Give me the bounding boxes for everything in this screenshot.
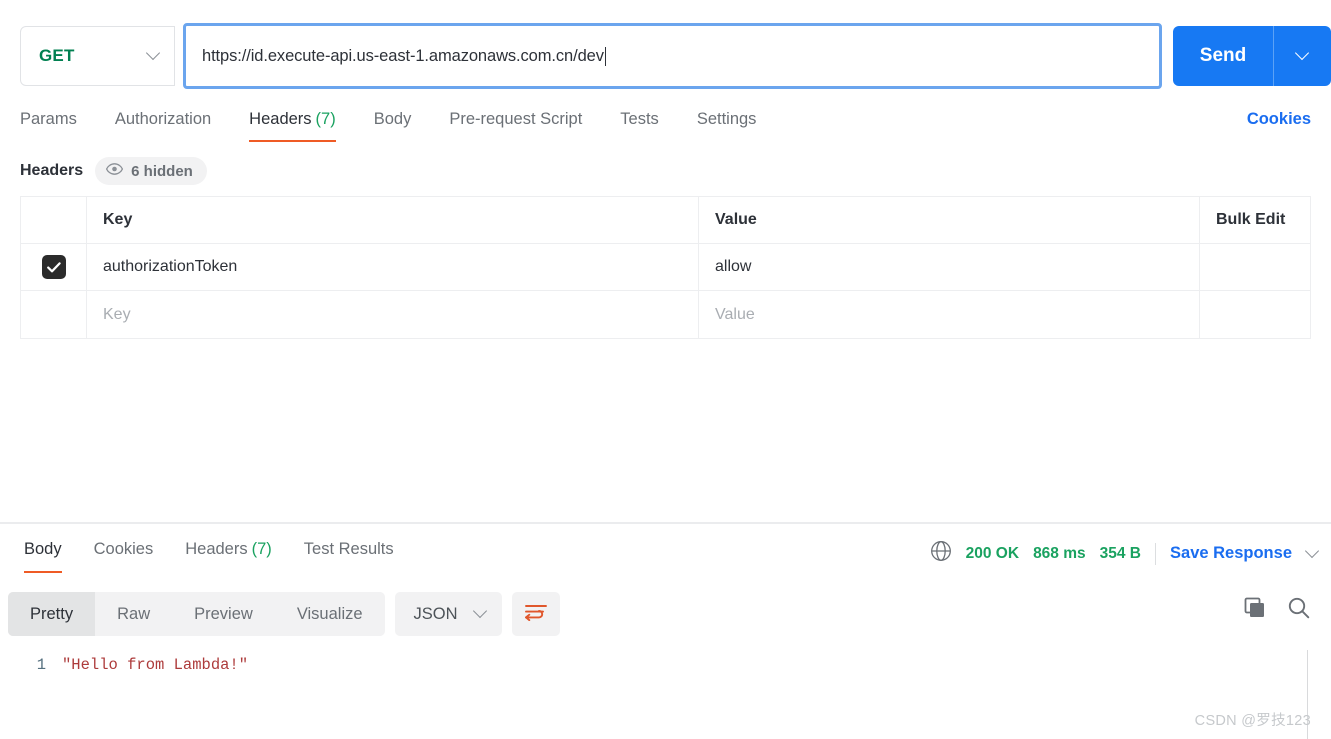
url-input[interactable]: https://id.execute-api.us-east-1.amazona… bbox=[183, 23, 1162, 89]
empty-row-checkbox-cell bbox=[21, 291, 87, 338]
table-header-row: Key Value Bulk Edit bbox=[21, 197, 1310, 244]
view-mode-preview[interactable]: Preview bbox=[172, 592, 275, 636]
text-cursor bbox=[604, 46, 607, 66]
tab-label: Headers bbox=[249, 110, 312, 128]
tab-headers[interactable]: Headers (7) bbox=[230, 104, 355, 142]
row-value-value: allow bbox=[715, 258, 752, 275]
tab-label: Test Results bbox=[303, 540, 394, 558]
send-button-group: Send bbox=[1173, 26, 1331, 86]
request-tab-strip: Params Authorization Headers (7) Body Pre… bbox=[20, 104, 775, 142]
response-tabs: Body Cookies Headers (7) Test Results 200… bbox=[0, 534, 1331, 578]
response-body-toolbar: Pretty Raw Preview Visualize JSON bbox=[8, 592, 560, 636]
tab-label: Authorization bbox=[114, 110, 212, 128]
response-tab-body[interactable]: Body bbox=[8, 534, 78, 573]
tab-count: (7) bbox=[315, 110, 336, 128]
empty-row-value-input[interactable]: Value bbox=[699, 291, 1200, 338]
search-icon[interactable] bbox=[1287, 596, 1311, 625]
eye-icon bbox=[106, 162, 124, 180]
headers-title: Headers bbox=[20, 162, 84, 179]
empty-row-bulk-cell bbox=[1200, 291, 1310, 338]
response-tab-test-results[interactable]: Test Results bbox=[288, 534, 410, 573]
send-options-button[interactable] bbox=[1274, 26, 1331, 86]
url-input-value: https://id.execute-api.us-east-1.amazona… bbox=[202, 46, 604, 65]
response-status: 200 OK bbox=[965, 544, 1020, 562]
table-row-empty: Key Value bbox=[21, 291, 1310, 338]
watermark: CSDN @罗技123 bbox=[1194, 713, 1311, 729]
tab-params[interactable]: Params bbox=[20, 104, 96, 142]
chevron-down-icon bbox=[1296, 47, 1309, 65]
tab-label: Tests bbox=[620, 110, 659, 128]
view-mode-raw[interactable]: Raw bbox=[95, 592, 172, 636]
globe-icon bbox=[930, 540, 952, 567]
response-tab-strip: Body Cookies Headers (7) Test Results bbox=[8, 534, 410, 573]
response-tab-headers[interactable]: Headers (7) bbox=[169, 534, 288, 573]
tab-label: Body bbox=[24, 540, 62, 558]
tab-label: Headers bbox=[185, 540, 248, 558]
line-number: 1 bbox=[36, 656, 46, 674]
code-line-text: "Hello from Lambda!" bbox=[62, 656, 249, 674]
view-mode-segmented-control: Pretty Raw Preview Visualize bbox=[8, 592, 385, 636]
response-tab-cookies[interactable]: Cookies bbox=[78, 534, 170, 573]
tab-authorization[interactable]: Authorization bbox=[96, 104, 230, 142]
chevron-down-icon[interactable] bbox=[1306, 545, 1319, 563]
meta-divider bbox=[1155, 542, 1157, 565]
postman-request-response-view: GET https://id.execute-api.us-east-1.ama… bbox=[0, 0, 1331, 739]
column-label-value: Value bbox=[715, 211, 757, 228]
header-cell-value: Value bbox=[699, 197, 1200, 243]
http-method-label: GET bbox=[39, 46, 75, 65]
tab-label: Params bbox=[20, 110, 77, 128]
tab-settings[interactable]: Settings bbox=[678, 104, 776, 142]
response-format-selector[interactable]: JSON bbox=[394, 592, 502, 636]
tab-label: Body bbox=[373, 110, 412, 128]
row-value-input[interactable]: allow bbox=[699, 244, 1200, 290]
save-response-button[interactable]: Save Response bbox=[1170, 544, 1292, 563]
empty-row-value-placeholder: Value bbox=[715, 305, 755, 323]
view-mode-visualize[interactable]: Visualize bbox=[275, 592, 385, 636]
chevron-down-icon bbox=[474, 605, 487, 623]
response-time: 868 ms bbox=[1033, 544, 1086, 562]
code-line: 1 "Hello from Lambda!" bbox=[0, 648, 1331, 674]
bulk-edit-button[interactable]: Bulk Edit bbox=[1200, 197, 1310, 243]
response-actions bbox=[1243, 596, 1311, 625]
pane-divider[interactable] bbox=[0, 522, 1331, 524]
tab-count: (7) bbox=[251, 540, 272, 558]
table-row: authorizationToken allow bbox=[21, 244, 1310, 291]
url-bar: GET https://id.execute-api.us-east-1.ama… bbox=[0, 0, 1331, 104]
tab-label: Settings bbox=[696, 110, 757, 128]
word-wrap-toggle[interactable] bbox=[511, 592, 560, 636]
row-checkbox-cell bbox=[21, 244, 87, 290]
send-button[interactable]: Send bbox=[1173, 26, 1273, 86]
response-body-code[interactable]: 1 "Hello from Lambda!" bbox=[0, 648, 1331, 739]
response-size: 354 B bbox=[1099, 544, 1142, 562]
tab-body[interactable]: Body bbox=[355, 104, 431, 142]
word-wrap-icon bbox=[524, 603, 547, 626]
response-format-label: JSON bbox=[413, 604, 458, 623]
http-method-selector[interactable]: GET bbox=[20, 26, 175, 86]
row-key-input[interactable]: authorizationToken bbox=[87, 244, 699, 290]
response-meta: 200 OK 868 ms 354 B Save Response bbox=[930, 540, 1319, 567]
row-key-value: authorizationToken bbox=[103, 258, 238, 275]
tab-label: Pre-request Script bbox=[449, 110, 583, 128]
hidden-headers-toggle[interactable]: 6 hidden bbox=[95, 157, 207, 185]
tab-tests[interactable]: Tests bbox=[601, 104, 678, 142]
column-label-key: Key bbox=[103, 211, 133, 228]
tab-pre-request-script[interactable]: Pre-request Script bbox=[430, 104, 601, 142]
chevron-down-icon bbox=[147, 47, 160, 65]
view-mode-pretty[interactable]: Pretty bbox=[8, 592, 96, 636]
header-cell-checkbox bbox=[21, 197, 87, 243]
empty-row-key-placeholder: Key bbox=[103, 305, 131, 323]
copy-icon[interactable] bbox=[1243, 596, 1267, 625]
cookies-link[interactable]: Cookies bbox=[1247, 110, 1311, 129]
row-checkbox[interactable] bbox=[41, 255, 66, 279]
headers-section-header: Headers 6 hidden bbox=[20, 157, 207, 185]
headers-table: Key Value Bulk Edit authorizationToken a… bbox=[20, 196, 1311, 339]
empty-row-key-input[interactable]: Key bbox=[87, 291, 699, 338]
tab-label: Cookies bbox=[93, 540, 154, 558]
hidden-headers-label: 6 hidden bbox=[131, 162, 193, 180]
bulk-edit-label: Bulk Edit bbox=[1216, 211, 1286, 228]
header-cell-key: Key bbox=[87, 197, 699, 243]
request-tabs: Params Authorization Headers (7) Body Pre… bbox=[0, 104, 1331, 146]
row-bulk-cell bbox=[1200, 244, 1310, 290]
